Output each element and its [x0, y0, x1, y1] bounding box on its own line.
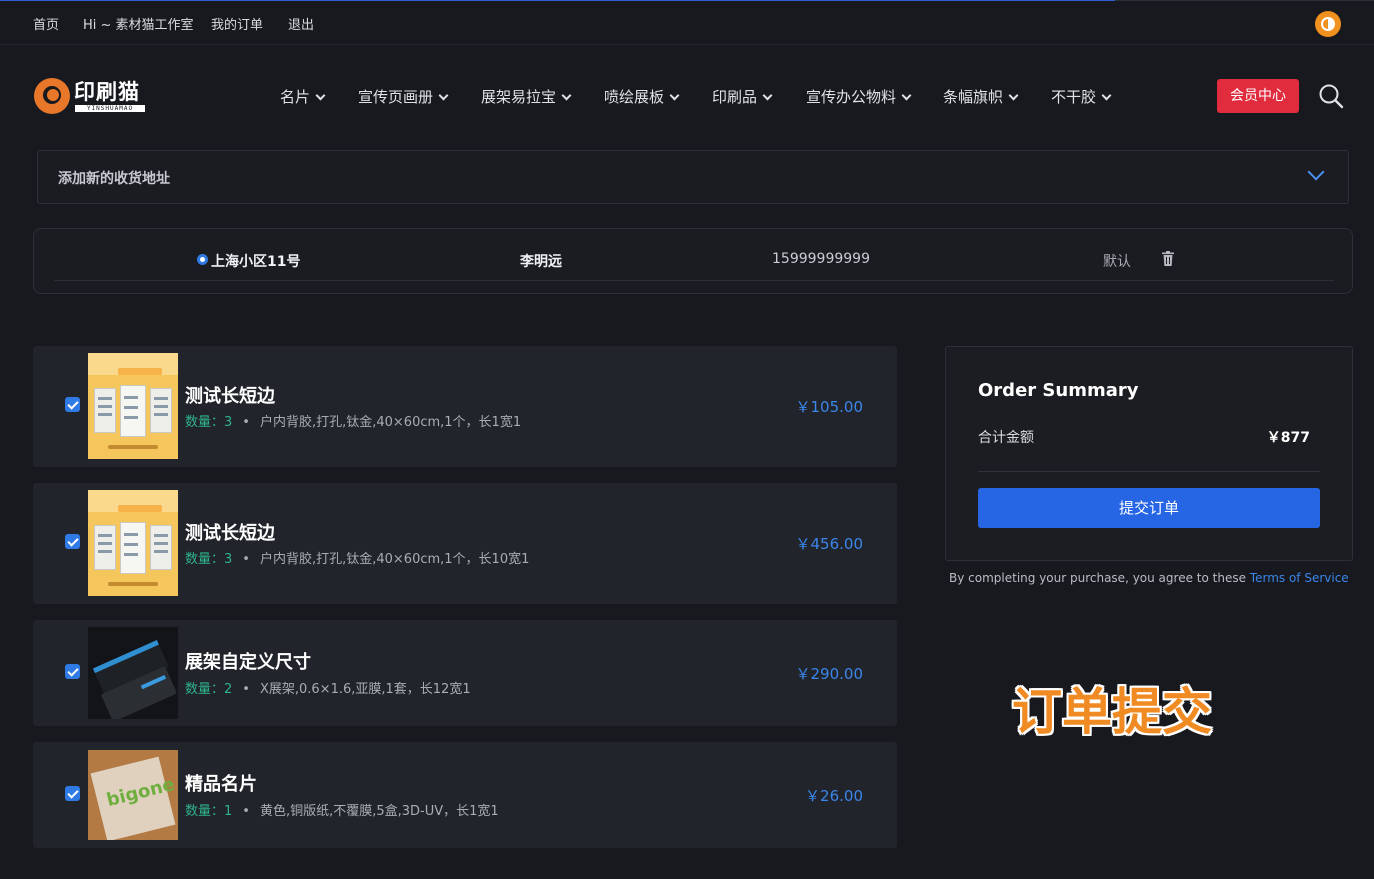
cart-item: 测试长短边 数量：3 • 户内背胶,打孔,钛金,40×60cm,1个，长10宽1 ￥… [33, 483, 897, 604]
item-price: ￥290.00 [795, 665, 864, 683]
item-checkbox[interactable] [65, 786, 80, 801]
cat-logo-icon [34, 78, 70, 114]
chevron-down-icon [561, 90, 572, 101]
chevron-down-icon [669, 90, 680, 101]
chevron-down-icon [901, 90, 912, 101]
chevron-down-icon [438, 90, 449, 101]
item-meta: 数量：1 • 黄色,铜版纸,不覆膜,5盒,3D-UV，长1宽1 [185, 804, 499, 819]
item-price: ￥456.00 [795, 535, 864, 553]
submit-order-button[interactable]: 提交订单 [978, 488, 1320, 528]
terms-notice: By completing your purchase, you agree t… [949, 571, 1349, 585]
top-utility-bar: 首页 Hi ~ 素材猫工作室 我的订单 退出 [0, 1, 1374, 45]
business-cards-image[interactable] [88, 627, 178, 719]
qty-label: 数量： [185, 552, 225, 567]
qty-label: 数量： [185, 804, 225, 819]
chevron-down-icon[interactable] [1307, 163, 1325, 181]
theme-toggle-icon[interactable] [1315, 11, 1341, 37]
cart-item: bigone 精品名片 数量：1 • 黄色,铜版纸,不覆膜,5盒,3D-UV，长1宽… [33, 742, 897, 848]
qty-value: 3 [224, 415, 233, 430]
terms-of-service-link[interactable]: Terms of Service [1250, 571, 1349, 585]
trash-icon[interactable] [1162, 251, 1174, 266]
nav-item-office[interactable]: 宣传办公物料 [806, 86, 912, 107]
item-checkbox[interactable] [65, 534, 80, 549]
order-summary-title: Order Summary [978, 380, 1139, 401]
item-title[interactable]: 测试长短边 [185, 519, 275, 545]
item-meta: 数量：3 • 户内背胶,打孔,钛金,40×60cm,1个，长1宽1 [185, 415, 522, 430]
top-link-home[interactable]: 首页 [33, 14, 59, 33]
item-checkbox[interactable] [65, 397, 80, 412]
order-summary-panel: Order Summary 合计金额 ￥877 提交订单 [945, 346, 1353, 561]
display-board-image[interactable] [88, 353, 178, 459]
main-header: 印刷猫 YINSHUAMAO 名片 宣传页画册 展架易拉宝 喷绘展板 印刷品 宣… [0, 46, 1374, 146]
qty-label: 数量： [185, 415, 225, 430]
chevron-down-icon [315, 90, 326, 101]
item-checkbox[interactable] [65, 664, 80, 679]
item-spec: X展架,0.6×1.6,亚膜,1套，长12宽1 [259, 682, 471, 697]
default-badge[interactable]: 默认 [1103, 251, 1131, 271]
cart-item: 测试长短边 数量：3 • 户内背胶,打孔,钛金,40×60cm,1个，长1宽1 ￥1… [33, 346, 897, 467]
item-spec: 黄色,铜版纸,不覆膜,5盒,3D-UV，长1宽1 [259, 804, 499, 819]
frosted-card-image[interactable]: bigone [88, 750, 178, 840]
search-icon[interactable] [1318, 83, 1344, 109]
address-text: 上海小区11号 [211, 254, 301, 270]
item-spec: 户内背胶,打孔,钛金,40×60cm,1个，长1宽1 [259, 415, 522, 430]
nav-item-brochures[interactable]: 宣传页画册 [358, 86, 449, 107]
chevron-down-icon [1008, 90, 1019, 101]
qty-label: 数量： [185, 682, 225, 697]
total-value: ￥877 [1266, 430, 1310, 446]
nav-item-prints[interactable]: 印刷品 [712, 86, 773, 107]
item-meta: 数量：2 • X展架,0.6×1.6,亚膜,1套，长12宽1 [185, 682, 471, 697]
cart-item: 展架自定义尺寸 数量：2 • X展架,0.6×1.6,亚膜,1套，长12宽1 ￥29… [33, 620, 897, 726]
nav-item-business-cards[interactable]: 名片 [280, 86, 326, 107]
add-address-panel[interactable]: 添加新的收货地址 [37, 150, 1349, 204]
item-meta: 数量：3 • 户内背胶,打孔,钛金,40×60cm,1个，长10宽1 [185, 552, 530, 567]
top-link-orders[interactable]: 我的订单 [211, 14, 263, 33]
recipient-phone: 15999999999 [772, 251, 870, 267]
total-label: 合计金额 [978, 430, 1034, 446]
site-logo[interactable]: 印刷猫 YINSHUAMAO [34, 76, 149, 116]
address-row[interactable]: 上海小区11号 李明远 15999999999 默认 [54, 239, 1334, 281]
logo-subtext: YINSHUAMAO [75, 105, 145, 112]
chevron-down-icon [1101, 90, 1112, 101]
item-price: ￥105.00 [795, 398, 864, 416]
top-link-logout[interactable]: 退出 [288, 14, 314, 33]
item-price: ￥26.00 [805, 787, 863, 805]
address-list: 上海小区11号 李明远 15999999999 默认 [33, 228, 1353, 294]
nav-item-boards[interactable]: 喷绘展板 [604, 86, 680, 107]
top-link-user[interactable]: Hi ~ 素材猫工作室 [83, 14, 194, 33]
divider [978, 471, 1320, 472]
item-title[interactable]: 测试长短边 [185, 382, 275, 408]
address-radio[interactable] [197, 254, 208, 265]
chevron-down-icon [762, 90, 773, 101]
qty-value: 1 [224, 804, 233, 819]
recipient-name: 李明远 [520, 254, 562, 270]
nav-item-stickers[interactable]: 不干胶 [1051, 86, 1112, 107]
item-spec: 户内背胶,打孔,钛金,40×60cm,1个，长10宽1 [259, 552, 530, 567]
item-title[interactable]: 精品名片 [185, 770, 257, 796]
nav-item-banners[interactable]: 条幅旗帜 [943, 86, 1019, 107]
qty-value: 3 [224, 552, 233, 567]
overlay-caption: 订单提交 [1012, 683, 1212, 741]
logo-text: 印刷猫 [74, 80, 140, 104]
qty-value: 2 [224, 682, 233, 697]
terms-text: By completing your purchase, you agree t… [949, 571, 1250, 585]
item-title[interactable]: 展架自定义尺寸 [185, 648, 311, 674]
add-address-label: 添加新的收货地址 [58, 171, 170, 187]
member-center-button[interactable]: 会员中心 [1217, 79, 1299, 113]
display-board-image[interactable] [88, 490, 178, 596]
nav-item-banner-stands[interactable]: 展架易拉宝 [481, 86, 572, 107]
